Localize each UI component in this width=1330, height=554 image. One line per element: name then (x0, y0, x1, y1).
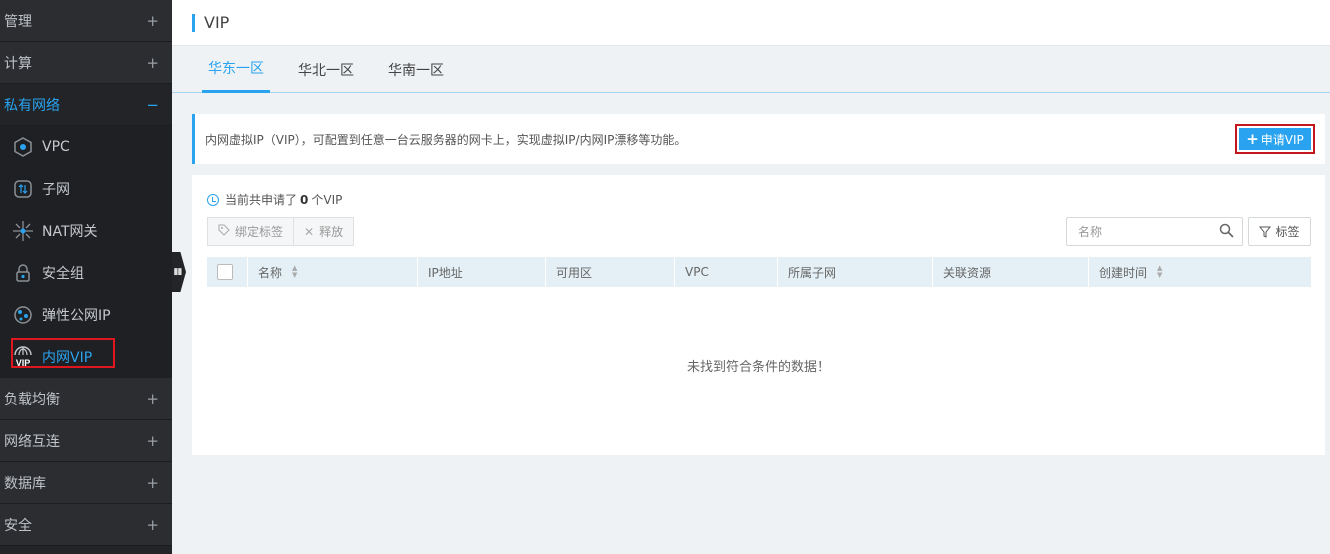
sidebar-submenu: VPC 子网 NAT网关 安全组 弹性公网IP VIP 内网VIP (0, 126, 172, 378)
plus-icon: + (1246, 130, 1259, 148)
eip-icon (12, 304, 34, 326)
vip-count: 当前共申请了 0 个VIP (207, 191, 342, 208)
tag-filter-label: 标签 (1275, 225, 1300, 239)
search-icon[interactable] (1219, 223, 1234, 241)
page-title: VIP (204, 13, 230, 32)
sidebar-section-label: 负载均衡 (4, 391, 60, 408)
column-ip: IP地址 (417, 257, 545, 287)
column-created-time[interactable]: 创建时间 ▲ ▼ (1088, 257, 1311, 287)
column-label: 关联资源 (943, 265, 992, 280)
column-vpc: VPC (674, 257, 777, 287)
sidebar-section-label: 网络互连 (4, 433, 60, 450)
sidebar-item-vpc[interactable]: VPC (0, 126, 172, 168)
tag-icon (218, 224, 230, 239)
sidebar-section-management[interactable]: 管理 + (0, 0, 172, 42)
column-resource: 关联资源 (932, 257, 1088, 287)
sidebar-item-eip[interactable]: 弹性公网IP (0, 294, 172, 336)
column-zone: 可用区 (545, 257, 674, 287)
subnet-icon (12, 178, 34, 200)
clock-icon (207, 193, 219, 206)
column-label: 可用区 (556, 265, 593, 280)
security-group-icon (12, 262, 34, 284)
info-notice: 内网虚拟IP（VIP），可配置到任意一台云服务器的网卡上，实现虚拟IP/内网IP… (192, 114, 1325, 164)
expand-icon: + (146, 473, 159, 492)
count-prefix: 当前共申请了 (225, 193, 298, 207)
bind-tag-label: 绑定标签 (235, 225, 284, 239)
sidebar-item-vip[interactable]: VIP 内网VIP (0, 336, 172, 378)
column-label: 所属子网 (788, 265, 837, 280)
region-tabs: 华东一区 华北一区 华南一区 (172, 46, 1330, 93)
apply-vip-label: 申请VIP (1260, 132, 1304, 147)
search-input[interactable]: 名称 (1066, 217, 1243, 246)
expand-icon: + (146, 389, 159, 408)
sidebar-section-private-network[interactable]: 私有网络 − (0, 84, 172, 126)
vip-list-panel: 当前共申请了 0 个VIP 绑定标签 ✕ 释放 名称 标签 名称 ▲ ▼ IP地… (192, 175, 1325, 455)
count-suffix: 个VIP (311, 193, 343, 207)
sidebar-section-label: 管理 (4, 13, 32, 30)
select-all-cell (207, 257, 247, 287)
sidebar-section-label: 安全 (4, 517, 32, 534)
nat-gateway-icon (12, 220, 34, 242)
sidebar-item-label: NAT网关 (42, 224, 98, 240)
tab-north-china-1[interactable]: 华北一区 (292, 46, 360, 93)
count-value: 0 (300, 192, 309, 207)
sidebar-item-label: VPC (42, 139, 70, 155)
release-button[interactable]: ✕ 释放 (294, 217, 355, 246)
sidebar-section-load-balancing[interactable]: 负载均衡 + (0, 378, 172, 420)
vpc-icon (12, 136, 34, 158)
sidebar-section-label: 私有网络 (4, 97, 60, 114)
column-name[interactable]: 名称 ▲ ▼ (247, 257, 417, 287)
table-header: 名称 ▲ ▼ IP地址 可用区 VPC 所属子网 关联资源 创建时间 ▲ ▼ (207, 257, 1311, 287)
expand-icon: + (146, 53, 159, 72)
sidebar-section-database[interactable]: 数据库 + (0, 462, 172, 504)
column-label: VPC (685, 265, 709, 279)
action-buttons: 绑定标签 ✕ 释放 (207, 217, 355, 246)
close-icon: ✕ (304, 224, 315, 239)
release-label: 释放 (319, 225, 344, 239)
sidebar-item-label: 弹性公网IP (42, 308, 111, 324)
sort-icon[interactable]: ▲ ▼ (1157, 265, 1162, 279)
sidebar-section-label: 计算 (4, 55, 32, 72)
sidebar-section-security[interactable]: 安全 + (0, 504, 172, 546)
expand-icon: + (146, 11, 159, 30)
sidebar-item-security-group[interactable]: 安全组 (0, 252, 172, 294)
sidebar-item-subnet[interactable]: 子网 (0, 168, 172, 210)
apply-vip-button[interactable]: + 申请VIP (1235, 124, 1315, 154)
column-label: IP地址 (428, 265, 463, 280)
column-label: 创建时间 (1099, 265, 1148, 280)
select-all-checkbox[interactable] (217, 264, 233, 280)
empty-state-text: 未找到符合条件的数据！ (686, 360, 830, 375)
sidebar: 管理 + 计算 + 私有网络 − VPC 子网 NAT网关 安全组 弹性公网IP… (0, 0, 172, 554)
sidebar-section-compute[interactable]: 计算 + (0, 42, 172, 84)
search-placeholder: 名称 (1078, 225, 1103, 239)
tab-east-china-1[interactable]: 华东一区 (202, 46, 270, 93)
collapse-icon: − (146, 95, 159, 114)
title-accent-bar (192, 13, 195, 32)
tag-filter-button[interactable]: 标签 (1248, 217, 1311, 246)
expand-icon: + (146, 431, 159, 450)
expand-icon: + (146, 515, 159, 534)
column-label: 名称 (258, 265, 283, 280)
tab-south-china-1[interactable]: 华南一区 (382, 46, 450, 93)
sidebar-section-label: 数据库 (4, 475, 46, 492)
sort-icon[interactable]: ▲ ▼ (292, 265, 297, 279)
main-content: VIP 华东一区 华北一区 华南一区 内网虚拟IP（VIP），可配置到任意一台云… (172, 0, 1330, 554)
sidebar-item-label: 安全组 (42, 266, 84, 282)
page-header: VIP (172, 0, 1330, 46)
sidebar-item-nat-gateway[interactable]: NAT网关 (0, 210, 172, 252)
apply-vip-button-inner: + 申请VIP (1239, 128, 1311, 150)
sidebar-item-label: 子网 (42, 182, 70, 198)
filter-icon (1259, 226, 1272, 238)
bind-tag-button[interactable]: 绑定标签 (207, 217, 295, 246)
notice-text: 内网虚拟IP（VIP），可配置到任意一台云服务器的网卡上，实现虚拟IP/内网IP… (205, 132, 687, 147)
highlight-box (11, 338, 115, 368)
column-subnet: 所属子网 (777, 257, 932, 287)
sidebar-section-interconnect[interactable]: 网络互连 + (0, 420, 172, 462)
